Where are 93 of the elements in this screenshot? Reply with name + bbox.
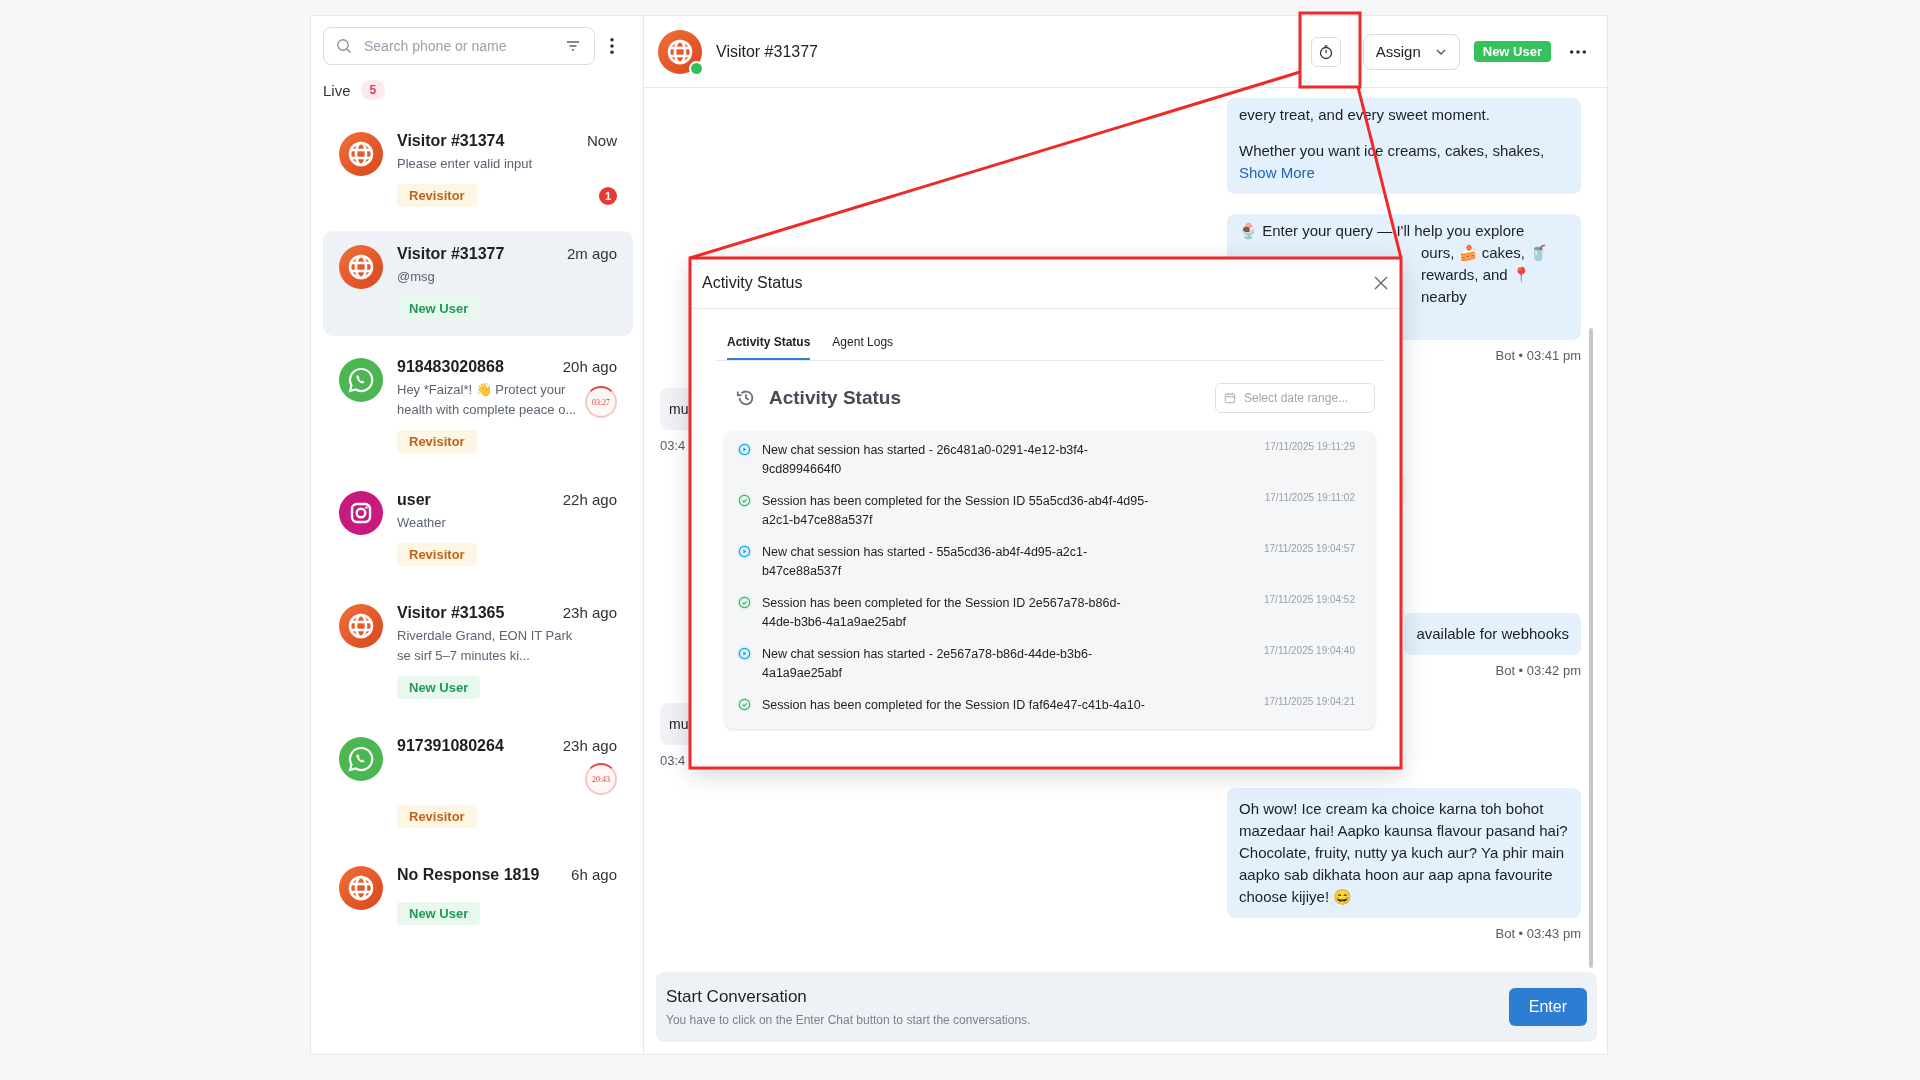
status-tag: Revisitor bbox=[397, 543, 477, 566]
filter-icon[interactable] bbox=[565, 38, 581, 54]
message-preview: Please enter valid input bbox=[397, 155, 533, 173]
scrollbar[interactable] bbox=[1589, 328, 1593, 968]
status-tag: New User bbox=[397, 902, 481, 925]
more-icon[interactable] bbox=[609, 37, 615, 55]
timestamp: 6h ago bbox=[571, 866, 617, 883]
message-meta: Bot • 03:43 pm bbox=[1495, 926, 1581, 941]
log-timestamp: 17/11/2025 19:04:21 bbox=[1264, 696, 1355, 707]
timestamp: 23h ago bbox=[562, 737, 617, 754]
conversation-item[interactable]: No Response 1819 6h ago New User bbox=[323, 852, 633, 941]
contact-name: user bbox=[397, 491, 431, 509]
log-timestamp: 17/11/2025 19:04:57 bbox=[1264, 543, 1355, 554]
log-entry-text: New chat session has started - 2e567a78-b86d-44de-b3b6-4a1a9ae25abf bbox=[762, 646, 1094, 682]
conversation-item[interactable]: Visitor #31377 2m ago @msg New User bbox=[323, 231, 633, 336]
log-entry-text: Session has been completed for the Session ID faf64e47-c41b-4a10- bbox=[762, 697, 1146, 714]
search-icon bbox=[336, 38, 352, 54]
message-preview: Weather bbox=[397, 514, 446, 532]
modal-title: Activity Status bbox=[702, 274, 803, 292]
phone-bubble-icon bbox=[339, 737, 383, 781]
contact-name: Visitor #31377 bbox=[397, 245, 505, 263]
user-status-badge: New User bbox=[1473, 41, 1551, 62]
log-timestamp: 17/11/2025 19:04:52 bbox=[1264, 594, 1355, 605]
check-icon bbox=[737, 493, 752, 508]
status-tag: Revisitor bbox=[397, 184, 477, 207]
show-more-link[interactable]: Show More bbox=[1239, 162, 1569, 184]
stopwatch-icon bbox=[1317, 43, 1334, 60]
contact-name: Visitor #31374 bbox=[397, 132, 505, 150]
globe-icon bbox=[339, 245, 383, 289]
search-field[interactable]: Search phone or name bbox=[323, 27, 595, 65]
countdown-timer: 20:43 bbox=[585, 763, 617, 795]
tab[interactable]: Agent Logs bbox=[832, 329, 894, 360]
globe-icon bbox=[658, 29, 702, 74]
live-count: 5 bbox=[360, 80, 386, 100]
message-preview: Hey *Faizal*! 👋 Protect your health with complete peace o... bbox=[397, 381, 578, 419]
message-bubble: Oh wow! Ice cream ka choice karna toh bohot mazedaar hai! Aapko kaunsa flavour pasand hai? Chocolate, fruity, nutty ya kuch aur? Ya phir main aapko sab dikhata hoon aur aap apna favourite choose kijiye! 😄 bbox=[1227, 788, 1581, 918]
timestamp: 20h ago bbox=[562, 358, 617, 375]
close-icon[interactable] bbox=[1373, 275, 1389, 291]
timestamp: 2m ago bbox=[566, 245, 617, 262]
contact-name: 917391080264 bbox=[397, 737, 504, 755]
timestamp: Now bbox=[587, 132, 617, 149]
message-meta: Bot • 03:42 pm bbox=[1495, 663, 1581, 678]
assign-dropdown[interactable]: Assign bbox=[1362, 33, 1460, 70]
conversation-item[interactable]: user 22h ago Weather Revisitor bbox=[323, 477, 633, 582]
conversation-item[interactable]: Visitor #31365 23h ago Riverdale Grand, EON IT Park se sirf 5–7 minutes ki... New User bbox=[323, 590, 633, 715]
message-time: 03:4 bbox=[660, 753, 686, 768]
status-tag: New User bbox=[397, 297, 481, 320]
conversation-item[interactable]: 918483020868 20h ago Hey *Faizal*! 👋 Protect your health with complete peace o... 03:27 Revisitor bbox=[323, 344, 633, 469]
globe-icon bbox=[339, 866, 383, 910]
timestamp: 23h ago bbox=[562, 604, 617, 621]
section-title: Activity Status bbox=[769, 387, 901, 409]
countdown-timer: 03:27 bbox=[585, 386, 617, 418]
status-tag: New User bbox=[397, 676, 481, 699]
enter-button[interactable]: Enter bbox=[1508, 988, 1587, 1026]
date-range-field[interactable]: Select date range... bbox=[1215, 383, 1375, 413]
conversation-item[interactable]: Visitor #31374 Now Please enter valid input Revisitor 1 bbox=[323, 118, 633, 223]
message-preview: @msg bbox=[397, 268, 435, 286]
contact-name: No Response 1819 bbox=[397, 866, 540, 884]
live-label: Live bbox=[323, 81, 351, 99]
unread-count: 1 bbox=[599, 186, 617, 205]
timestamp: 22h ago bbox=[562, 491, 617, 508]
log-entry-text: New chat session has started - 26c481a0-0291-4e12-b3f4-9cd8994664f0 bbox=[762, 442, 1089, 478]
globe-icon bbox=[339, 132, 383, 176]
log-entry-text: New chat session has started - 55a5cd36-ab4f-4d95-a2c1-b47ce88a537f bbox=[762, 544, 1089, 580]
status-tag: Revisitor bbox=[397, 430, 477, 453]
message-preview: Riverdale Grand, EON IT Park se sirf 5–7 minutes ki... bbox=[397, 627, 574, 665]
composer-title: Start Conversation bbox=[666, 987, 808, 1007]
play-icon bbox=[737, 442, 752, 457]
message-time: 03:4 bbox=[660, 438, 686, 453]
message-meta: Bot • 03:41 pm bbox=[1495, 348, 1581, 363]
log-timestamp: 17/11/2025 19:11:02 bbox=[1264, 492, 1355, 503]
composer-hint: You have to click on the Enter Chat button to start the conversations. bbox=[666, 1013, 1031, 1027]
tab[interactable]: Activity Status bbox=[727, 329, 811, 360]
play-icon bbox=[737, 544, 752, 559]
status-tag: Revisitor bbox=[397, 805, 477, 828]
phone-bubble-icon bbox=[339, 358, 383, 402]
play-icon bbox=[737, 646, 752, 661]
more-icon[interactable] bbox=[1569, 48, 1587, 55]
contact-name: Visitor #31365 bbox=[397, 604, 505, 622]
calendar-icon bbox=[1224, 392, 1236, 404]
check-icon bbox=[737, 697, 752, 712]
conversation-item[interactable]: 917391080264 23h ago 20:43 Revisitor bbox=[323, 723, 633, 844]
stopwatch-button[interactable] bbox=[1310, 36, 1341, 67]
chat-title: Visitor #31377 bbox=[716, 42, 818, 61]
message-bubble: available for webhooks bbox=[1404, 613, 1581, 655]
log-entry-text: Session has been completed for the Session ID 55a5cd36-ab4f-4d95-a2c1-b47ce88a537f bbox=[762, 493, 1150, 529]
camera-icon bbox=[339, 491, 383, 535]
contact-name: 918483020868 bbox=[397, 358, 504, 376]
log-entry-text: Session has been completed for the Session ID 2e567a78-b86d-44de-b3b6-4a1a9ae25abf bbox=[762, 595, 1122, 631]
globe-icon bbox=[339, 604, 383, 648]
log-timestamp: 17/11/2025 19:04:40 bbox=[1264, 645, 1355, 656]
check-icon bbox=[737, 595, 752, 610]
log-timestamp: 17/11/2025 19:11:29 bbox=[1264, 441, 1355, 452]
